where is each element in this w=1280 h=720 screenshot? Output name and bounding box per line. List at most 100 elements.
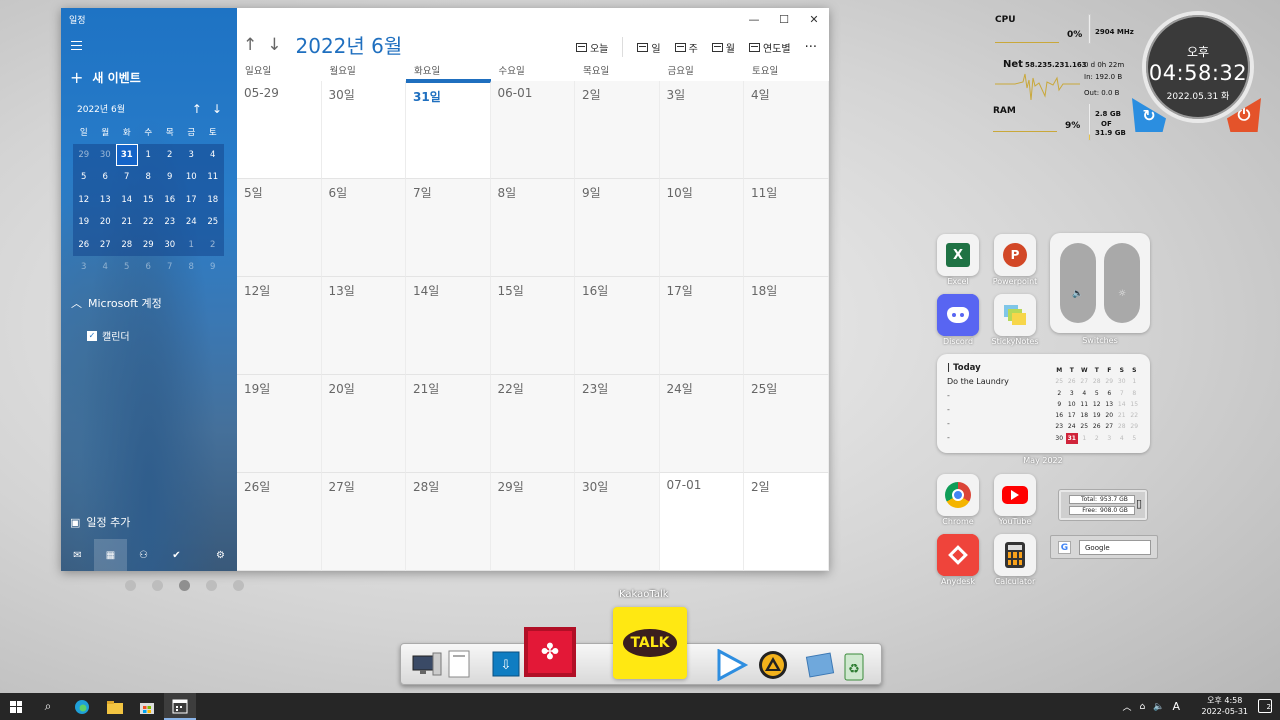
document-icon[interactable]: [445, 649, 473, 679]
minimize-icon[interactable]: —: [739, 8, 769, 30]
page-dot[interactable]: [125, 580, 136, 591]
mini-calendar-day[interactable]: 6: [94, 166, 116, 189]
mini-calendar-day[interactable]: 16: [159, 188, 181, 211]
taskbar-clock[interactable]: 오후 4:58 2022-05-31: [1202, 695, 1249, 717]
page-dot[interactable]: [233, 580, 244, 591]
check-icon[interactable]: ✓: [87, 330, 97, 341]
mini-calendar-day[interactable]: 30: [159, 233, 181, 256]
speaker-icon[interactable]: 🔈: [1153, 702, 1164, 712]
calendar-icon[interactable]: ▦: [94, 539, 127, 571]
settings-gear-icon[interactable]: ⚙: [204, 539, 237, 571]
day-cell[interactable]: 28일: [406, 473, 491, 571]
day-cell[interactable]: 12일: [237, 277, 322, 375]
mini-calendar-day[interactable]: 22: [137, 211, 159, 234]
computer-icon[interactable]: [411, 650, 443, 678]
mini-calendar-day[interactable]: 2: [159, 143, 181, 166]
mini-calendar-day[interactable]: 29: [73, 143, 95, 166]
day-cell[interactable]: 15일: [490, 277, 575, 375]
mini-calendar-title[interactable]: 2022년 6월: [77, 102, 125, 116]
kakaotalk-icon[interactable]: TALK: [613, 607, 687, 679]
month-title[interactable]: 2022년 6월: [296, 30, 403, 59]
calendar-checkbox[interactable]: ✓ 캘린더: [87, 328, 130, 343]
day-cell[interactable]: 5일: [237, 179, 322, 277]
mini-calendar-day[interactable]: 3: [73, 256, 95, 279]
day-cell[interactable]: 19일: [237, 375, 322, 473]
file-explorer-icon[interactable]: [99, 693, 131, 720]
page-dot[interactable]: [152, 580, 163, 591]
day-cell[interactable]: 21일: [406, 375, 491, 473]
day-cell[interactable]: 17일: [659, 277, 744, 375]
page-dot[interactable]: [206, 580, 217, 591]
play-icon[interactable]: [713, 649, 749, 681]
ime-indicator[interactable]: A: [1172, 700, 1180, 713]
mini-calendar-day[interactable]: 20: [94, 211, 116, 234]
day-cell[interactable]: 13일: [321, 277, 406, 375]
chrome-tile[interactable]: [937, 474, 979, 516]
day-cell[interactable]: 14일: [406, 277, 491, 375]
anydesk-tile[interactable]: [937, 534, 979, 576]
day-view-button[interactable]: 일: [637, 40, 661, 55]
edge-icon[interactable]: [66, 693, 98, 720]
day-cell[interactable]: 29일: [490, 473, 575, 571]
today-button[interactable]: 오늘: [575, 40, 608, 55]
mini-calendar-day[interactable]: 3: [180, 143, 202, 166]
mini-calendar-day[interactable]: 29: [137, 233, 159, 256]
youtube-tile[interactable]: [994, 474, 1036, 516]
store-icon[interactable]: [131, 693, 163, 720]
day-cell[interactable]: 24일: [659, 375, 744, 473]
discord-tile[interactable]: [937, 294, 979, 336]
mini-calendar-day[interactable]: 7: [116, 166, 138, 189]
mini-calendar-day[interactable]: 5: [73, 166, 95, 189]
network-icon[interactable]: ⌂: [1140, 702, 1146, 712]
more-options-icon[interactable]: ···: [805, 40, 817, 55]
todo-item[interactable]: Do the Laundry: [947, 377, 1009, 386]
day-cell[interactable]: 06-01: [490, 81, 575, 179]
day-cell[interactable]: 2일: [575, 81, 660, 179]
day-cell[interactable]: 20일: [321, 375, 406, 473]
arrow-up-icon[interactable]: ↑: [192, 102, 202, 116]
mini-calendar-day[interactable]: 2: [202, 233, 224, 256]
search-icon[interactable]: ⌕: [32, 693, 64, 720]
mini-calendar-day[interactable]: 6: [138, 256, 160, 279]
chevron-up-icon[interactable]: ︿: [1123, 700, 1132, 713]
mini-calendar-day[interactable]: 5: [116, 256, 138, 279]
mini-calendar-day[interactable]: 11: [202, 166, 224, 189]
mini-calendar-day[interactable]: 27: [94, 233, 116, 256]
mini-calendar-day[interactable]: 26: [73, 233, 95, 256]
notification-center-icon[interactable]: 2: [1258, 699, 1272, 713]
mail-icon[interactable]: ✉: [61, 539, 94, 571]
day-cell[interactable]: 22일: [490, 375, 575, 473]
day-cell[interactable]: 23일: [575, 375, 660, 473]
mini-calendar-day[interactable]: 1: [180, 233, 202, 256]
mini-calendar-day[interactable]: 24: [180, 211, 202, 234]
mini-calendar-day[interactable]: 13: [94, 188, 116, 211]
day-cell[interactable]: 4일: [744, 81, 829, 179]
day-cell[interactable]: 9일: [575, 179, 660, 277]
next-month-icon[interactable]: ↓: [267, 35, 281, 55]
arrow-down-icon[interactable]: ↓: [212, 102, 222, 116]
mini-calendar-day[interactable]: 28: [116, 233, 138, 256]
mini-calendar-day[interactable]: 10: [180, 166, 202, 189]
day-cell[interactable]: 18일: [744, 277, 829, 375]
day-cell[interactable]: 30일: [575, 473, 660, 571]
photo-viewer-icon[interactable]: [805, 649, 835, 681]
day-cell[interactable]: 7일: [406, 179, 491, 277]
day-cell[interactable]: 25일: [744, 375, 829, 473]
archive-app-icon[interactable]: [757, 649, 789, 681]
calendar-taskbar-icon[interactable]: [164, 693, 196, 720]
month-view-button[interactable]: 월: [711, 40, 735, 55]
calculator-tile[interactable]: [994, 534, 1036, 576]
day-cell[interactable]: 05-29: [237, 81, 322, 179]
mini-calendar-day[interactable]: 8: [181, 256, 203, 279]
new-event-button[interactable]: + 새 이벤트: [70, 68, 141, 87]
mini-calendar-day[interactable]: 8: [137, 166, 159, 189]
google-search-input[interactable]: Google: [1079, 540, 1151, 555]
mini-calendar-day[interactable]: 4: [95, 256, 117, 279]
day-cell[interactable]: 2일: [744, 473, 829, 571]
todo-icon[interactable]: ✔: [160, 539, 193, 571]
mini-calendar-day[interactable]: 25: [202, 211, 224, 234]
mini-calendar-day[interactable]: 7: [159, 256, 181, 279]
mini-calendar-day[interactable]: 21: [116, 211, 138, 234]
day-cell[interactable]: 8일: [490, 179, 575, 277]
day-cell[interactable]: 16일: [575, 277, 660, 375]
